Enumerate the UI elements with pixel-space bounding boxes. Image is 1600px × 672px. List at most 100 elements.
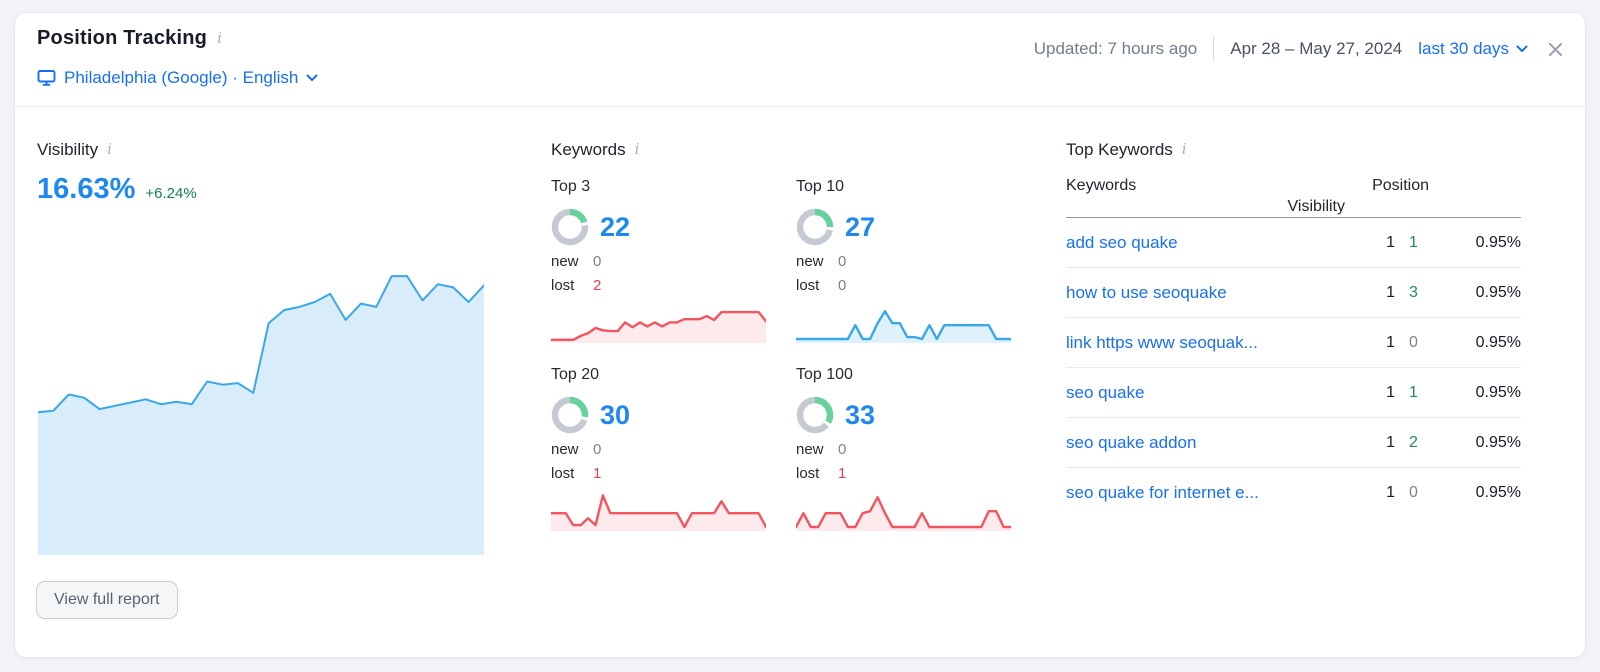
new-value[interactable]: 0 [593, 441, 601, 458]
position-tracking-widget: Position Tracking i Philadelphia (Google… [14, 12, 1586, 658]
new-label: new [551, 441, 593, 458]
new-value[interactable]: 0 [838, 441, 846, 458]
rank-donut-icon [796, 396, 834, 434]
visibility-delta: +6.24% [145, 185, 196, 202]
visibility-value: 16.63% [37, 173, 135, 206]
position-diff: 1 [1395, 234, 1429, 252]
keyword-link[interactable]: how to use seoquake [1066, 283, 1345, 303]
keyword-bucket-top-3: Top 3 22 new0lost2 [551, 178, 766, 343]
bucket-count[interactable]: 30 [600, 400, 630, 431]
visibility-title: Visibility [37, 140, 98, 160]
visibility-value: 0.95% [1429, 434, 1521, 452]
period-dropdown[interactable]: last 30 days [1418, 39, 1528, 59]
view-full-report-button[interactable]: View full report [36, 581, 178, 619]
bucket-label: Top 3 [551, 178, 766, 196]
new-value[interactable]: 0 [593, 253, 601, 270]
bucket-sparkline-chart [796, 489, 1011, 531]
table-header-row: Keywords Position Visibility [1066, 176, 1521, 218]
lost-label: lost [796, 465, 838, 482]
top-keywords-title: Top Keywords [1066, 140, 1173, 160]
keyword-link[interactable]: seo quake addon [1066, 433, 1345, 453]
column-header-position: Position [1345, 177, 1429, 195]
top-keywords-table: Keywords Position Visibility add seo qua… [1066, 176, 1521, 518]
position-value: 1 [1345, 384, 1395, 402]
position-value: 1 [1345, 334, 1395, 352]
info-icon[interactable]: i [217, 29, 222, 49]
lost-value[interactable]: 1 [593, 465, 601, 482]
header-divider [15, 106, 1585, 107]
bucket-sparkline-chart [551, 301, 766, 343]
visibility-value: 0.95% [1429, 334, 1521, 352]
visibility-value: 0.95% [1429, 284, 1521, 302]
lost-label: lost [796, 277, 838, 294]
position-value: 1 [1345, 234, 1395, 252]
keyword-link[interactable]: link https www seoquak... [1066, 333, 1345, 353]
close-icon[interactable] [1548, 42, 1563, 57]
info-icon[interactable]: i [107, 140, 112, 160]
keywords-title: Keywords [551, 140, 626, 160]
top-keywords-section: Top Keywords i Keywords Position Visibil… [1066, 140, 1521, 518]
visibility-area-chart [38, 253, 484, 555]
date-range-label: Apr 28 – May 27, 2024 [1230, 39, 1402, 59]
header-meta: Updated: 7 hours ago Apr 28 – May 27, 20… [1034, 37, 1563, 61]
campaign-selector[interactable]: Philadelphia (Google) · English [37, 68, 318, 88]
keyword-buckets: Top 322new0lost2Top 1027new0lost0Top 203… [551, 178, 1013, 531]
updated-label: Updated: 7 hours ago [1034, 39, 1198, 59]
campaign-label: Philadelphia (Google) · English [64, 68, 298, 88]
visibility-value: 0.95% [1429, 234, 1521, 252]
table-row: link https www seoquak...100.95% [1066, 318, 1521, 368]
bucket-sparkline-chart [796, 301, 1011, 343]
lost-value[interactable]: 2 [593, 277, 601, 294]
rank-donut-icon [551, 396, 589, 434]
info-icon[interactable]: i [1182, 140, 1187, 160]
position-diff: 0 [1395, 484, 1429, 502]
new-label: new [796, 253, 838, 270]
new-value[interactable]: 0 [838, 253, 846, 270]
keywords-section: Keywords i Top 322new0lost2Top 1027new0l… [551, 140, 1013, 531]
table-row: add seo quake110.95% [1066, 218, 1521, 268]
bucket-count[interactable]: 27 [845, 212, 875, 243]
position-diff: 3 [1395, 284, 1429, 302]
visibility-value: 0.95% [1429, 384, 1521, 402]
bucket-sparkline-chart [551, 489, 766, 531]
bucket-label: Top 10 [796, 178, 1011, 196]
keyword-bucket-top-20: Top 20 30 new0lost1 [551, 366, 766, 531]
keyword-link[interactable]: seo quake for internet e... [1066, 483, 1345, 503]
bucket-count[interactable]: 22 [600, 212, 630, 243]
lost-label: lost [551, 465, 593, 482]
column-header-visibility: Visibility [1066, 198, 1345, 216]
bucket-label: Top 100 [796, 366, 1011, 384]
lost-label: lost [551, 277, 593, 294]
new-label: new [551, 253, 593, 270]
table-row: seo quake110.95% [1066, 368, 1521, 418]
table-row: how to use seoquake130.95% [1066, 268, 1521, 318]
position-value: 1 [1345, 484, 1395, 502]
widget-header: Position Tracking i [37, 27, 222, 50]
page-title: Position Tracking [37, 27, 207, 50]
keyword-bucket-top-10: Top 10 27 new0lost0 [796, 178, 1011, 343]
position-value: 1 [1345, 284, 1395, 302]
position-diff: 2 [1395, 434, 1429, 452]
position-diff: 0 [1395, 334, 1429, 352]
visibility-section: Visibility i 16.63% +6.24% [37, 140, 489, 206]
visibility-value: 0.95% [1429, 484, 1521, 502]
lost-value[interactable]: 0 [838, 277, 846, 294]
info-icon[interactable]: i [635, 140, 640, 160]
new-label: new [796, 441, 838, 458]
keyword-bucket-top-100: Top 100 33 new0lost1 [796, 366, 1011, 531]
keyword-link[interactable]: add seo quake [1066, 233, 1345, 253]
bucket-count[interactable]: 33 [845, 400, 875, 431]
chevron-down-icon [306, 74, 318, 82]
table-row: seo quake for internet e...100.95% [1066, 468, 1521, 518]
position-value: 1 [1345, 434, 1395, 452]
divider [1213, 37, 1214, 61]
rank-donut-icon [551, 208, 589, 246]
position-diff: 1 [1395, 384, 1429, 402]
desktop-icon [37, 69, 56, 87]
bucket-label: Top 20 [551, 366, 766, 384]
column-header-keywords: Keywords [1066, 177, 1345, 195]
keyword-link[interactable]: seo quake [1066, 383, 1345, 403]
period-label: last 30 days [1418, 39, 1509, 59]
lost-value[interactable]: 1 [838, 465, 846, 482]
rank-donut-icon [796, 208, 834, 246]
